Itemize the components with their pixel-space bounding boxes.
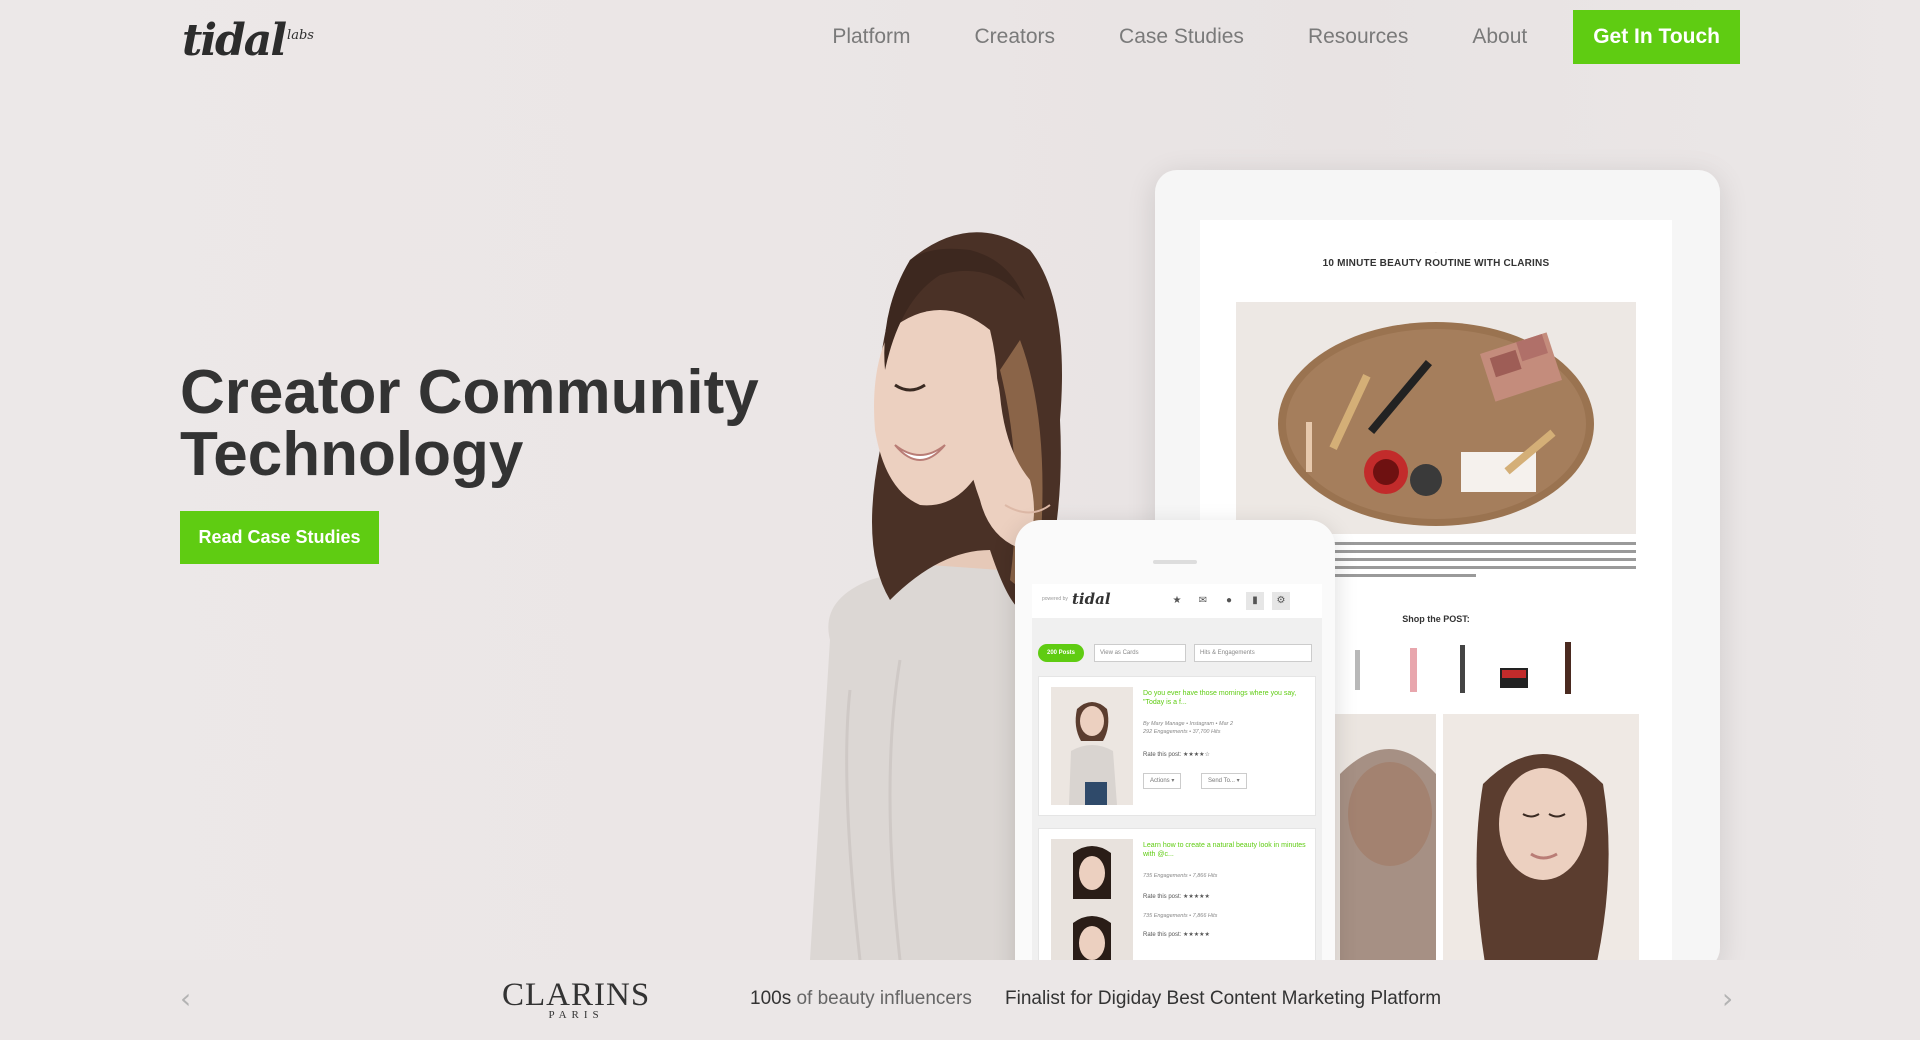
post-title[interactable]: Do you ever have those mornings where yo… <box>1143 689 1309 707</box>
post-title[interactable]: Learn how to create a natural beauty loo… <box>1143 841 1309 859</box>
main-nav: Platform Creators Case Studies Resources… <box>832 10 1740 64</box>
nav-item-platform[interactable]: Platform <box>832 25 910 49</box>
hero-section: tidal labs Platform Creators Case Studie… <box>0 0 1920 960</box>
hero-title: Creator Community Technology <box>180 362 820 486</box>
partner-logo-word: CLARINS <box>502 977 651 1013</box>
post-count-pill[interactable]: 200 Posts <box>1038 644 1084 662</box>
stat-rest: of beauty influencers <box>791 988 972 1009</box>
phone-screen: powered by tidal ★ ✉ ● ▮ ⚙ 200 Posts Vie… <box>1032 584 1322 960</box>
post-meta: By Mary Manage • Instagram • Mar 2 <box>1143 721 1234 727</box>
site-header: tidal labs Platform Creators Case Studie… <box>0 0 1920 80</box>
post-stats: 735 Engagements • 7,866 Hits <box>1143 873 1218 879</box>
nav-item-case-studies[interactable]: Case Studies <box>1119 25 1244 49</box>
phone-mockup: powered by tidal ★ ✉ ● ▮ ⚙ 200 Posts Vie… <box>1015 520 1335 960</box>
app-logo: tidal <box>1072 590 1111 608</box>
site-logo[interactable]: tidal labs <box>182 18 314 64</box>
stat-bold: 100s <box>750 988 792 1009</box>
post-rating[interactable]: Rate this post: ★★★★★ <box>1143 931 1210 938</box>
hero-title-line1: Creator Community <box>180 358 759 427</box>
nav-item-resources[interactable]: Resources <box>1308 25 1408 49</box>
send-to-dropdown[interactable]: Send To... ▾ <box>1201 773 1247 789</box>
post-stats: 735 Engagements • 7,866 Hits <box>1143 913 1218 919</box>
nav-item-creators[interactable]: Creators <box>975 25 1056 49</box>
phone-speaker <box>1153 560 1197 564</box>
post-thumbnail <box>1051 839 1133 960</box>
read-case-studies-button[interactable]: Read Case Studies <box>180 511 379 564</box>
sort-select[interactable]: Hits & Engagements <box>1194 644 1312 662</box>
powered-by-label: powered by <box>1042 596 1068 602</box>
gear-icon[interactable]: ⚙ <box>1272 592 1290 610</box>
hero-title-line2: Technology <box>180 420 524 489</box>
clarins-logo: CLARINS PARIS <box>502 977 651 1021</box>
actions-dropdown[interactable]: Actions ▾ <box>1143 773 1182 789</box>
post-card[interactable]: Learn how to create a natural beauty loo… <box>1038 828 1316 960</box>
nav-item-about[interactable]: About <box>1472 25 1527 49</box>
carousel-next-icon[interactable]: › <box>1722 982 1733 1015</box>
article-date: · <box>1435 250 1437 256</box>
app-toolbar: powered by tidal ★ ✉ ● ▮ ⚙ <box>1032 584 1322 618</box>
post-thumbnail <box>1051 687 1133 805</box>
carousel-prev-icon[interactable]: ‹ <box>180 982 191 1015</box>
post-card[interactable]: Do you ever have those mornings where yo… <box>1038 676 1316 816</box>
logo-word: tidal <box>182 15 287 66</box>
document-icon[interactable]: ▮ <box>1246 592 1264 610</box>
article-title: 10 MINUTE BEAUTY ROUTINE WITH CLARINS <box>1322 258 1550 269</box>
article-photo <box>1236 302 1636 534</box>
filter-row: 200 Posts View as Cards Hits & Engagemen… <box>1038 644 1318 664</box>
award-text: Finalist for Digiday Best Content Market… <box>1005 988 1442 1009</box>
user-icon[interactable]: ● <box>1220 592 1238 610</box>
view-select[interactable]: View as Cards <box>1094 644 1186 662</box>
post-rating[interactable]: Rate this post: ★★★★★ <box>1143 893 1210 900</box>
influencer-stat: 100s of beauty influencers <box>750 988 972 1010</box>
mail-icon[interactable]: ✉ <box>1194 592 1212 610</box>
logo-sup: labs <box>287 28 314 43</box>
post-stats: 292 Engagements • 37,700 Hits <box>1143 729 1221 735</box>
post-rating[interactable]: Rate this post: ★★★★☆ <box>1143 751 1210 758</box>
article-photo-right <box>1443 714 1639 960</box>
get-in-touch-button[interactable]: Get In Touch <box>1573 10 1740 64</box>
proof-carousel: ‹ CLARINS PARIS 100s of beauty influence… <box>0 960 1920 1040</box>
makeup-flatlay-image <box>1236 302 1636 534</box>
shop-products-row <box>1355 642 1571 694</box>
star-icon[interactable]: ★ <box>1168 592 1186 610</box>
